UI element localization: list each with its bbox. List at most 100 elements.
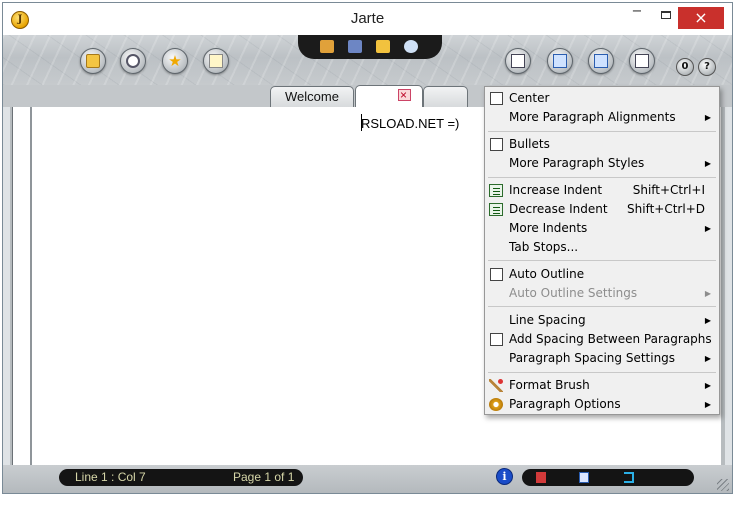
info-icon[interactable]: i (496, 468, 513, 485)
record-icon[interactable] (536, 472, 546, 483)
center-toolbar (298, 35, 442, 59)
increase-indent-icon (489, 184, 503, 197)
menu-item-label: More Paragraph Alignments (509, 110, 676, 124)
menu-item-add-spacing-between-paragraphs[interactable]: Add Spacing Between Paragraphs (485, 330, 719, 349)
submenu-arrow-icon: ▶ (704, 381, 711, 390)
title-bar[interactable]: J Jarte − × (3, 3, 732, 35)
bullets-checkbox[interactable] (490, 138, 503, 151)
menu-separator (488, 177, 716, 178)
search-icon[interactable] (404, 40, 418, 53)
document-text[interactable]: RSLOAD.NET =) (361, 116, 459, 131)
menu-item-label: Auto Outline Settings (509, 286, 638, 300)
zero-button[interactable]: 0 (676, 58, 694, 76)
menu-item-label: More Indents (509, 221, 588, 235)
menu-shortcut: Shift+Ctrl+D (627, 202, 705, 216)
resize-grip[interactable] (717, 479, 729, 491)
submenu-arrow-icon: ▶ (704, 159, 711, 168)
menu-item-label: Paragraph Spacing Settings (509, 351, 676, 365)
status-bar: Line 1 : Col 7 Page 1 of 1 i (3, 465, 732, 493)
menu-separator (488, 131, 716, 132)
print-preview-button[interactable] (547, 48, 573, 74)
auto-outline-checkbox[interactable] (490, 268, 503, 281)
clipboard-button[interactable] (629, 48, 655, 74)
help-button[interactable]: ? (698, 58, 716, 76)
chart-icon[interactable] (348, 40, 362, 53)
clipboard-icon (635, 54, 649, 68)
paragraph-context-menu: Center More Paragraph Alignments ▶ Bulle… (484, 86, 720, 415)
menu-item-auto-outline-settings: Auto Outline Settings ▶ (485, 284, 719, 303)
recent-clock-icon (126, 54, 140, 68)
maximize-icon (661, 11, 671, 19)
print-preview-icon (553, 54, 567, 68)
toolbar: ★ 0 ? (3, 35, 732, 85)
menu-item-center[interactable]: Center (485, 89, 719, 108)
menu-item-label: More Paragraph Styles (509, 156, 645, 170)
menu-item-more-indents[interactable]: More Indents ▶ (485, 219, 719, 238)
menu-item-label: Auto Outline (509, 267, 585, 281)
menu-item-paragraph-options[interactable]: Paragraph Options ▶ (485, 395, 719, 414)
app-window: J Jarte − × ★ 0 ? Welcome × RSLOAD.NET =… (2, 2, 733, 494)
status-position-pill: Line 1 : Col 7 Page 1 of 1 (59, 469, 303, 486)
menu-item-label: Tab Stops... (509, 240, 579, 254)
menu-item-line-spacing[interactable]: Line Spacing ▶ (485, 311, 719, 330)
status-tools-pill (522, 469, 694, 486)
cursor-position: Line 1 : Col 7 (75, 470, 146, 484)
close-button[interactable]: × (678, 7, 724, 29)
menu-item-more-paragraph-alignments[interactable]: More Paragraph Alignments ▶ (485, 108, 719, 127)
submenu-arrow-icon: ▶ (704, 316, 711, 325)
menu-item-increase-indent[interactable]: Increase Indent Shift+Ctrl+I (485, 181, 719, 200)
submenu-arrow-icon: ▶ (704, 113, 711, 122)
menu-item-paragraph-spacing-settings[interactable]: Paragraph Spacing Settings ▶ (485, 349, 719, 368)
tab-welcome[interactable]: Welcome (270, 86, 354, 107)
notes-button[interactable] (203, 48, 229, 74)
tab-active-document[interactable] (355, 85, 423, 107)
page-icon (594, 54, 608, 68)
close-tab-icon[interactable] (398, 86, 411, 105)
favorites-button[interactable]: ★ (162, 48, 188, 74)
left-margin-line (30, 107, 32, 465)
menu-separator (488, 260, 716, 261)
page-count[interactable]: Page 1 of 1 (233, 469, 294, 486)
favorites-star-icon: ★ (168, 52, 182, 70)
menu-shortcut: Shift+Ctrl+I (632, 183, 705, 197)
wrap-icon[interactable] (624, 472, 634, 483)
menu-item-label: Paragraph Options (509, 397, 621, 411)
menu-item-more-paragraph-styles[interactable]: More Paragraph Styles ▶ (485, 154, 719, 173)
insert-object-icon[interactable] (320, 40, 334, 53)
save-button[interactable] (505, 48, 531, 74)
doc-format-icon[interactable] (579, 472, 589, 483)
submenu-arrow-icon: ▶ (704, 400, 711, 409)
decrease-indent-icon (489, 203, 503, 216)
page-view-button[interactable] (588, 48, 614, 74)
gear-icon (489, 398, 503, 411)
notepad-icon (209, 54, 223, 68)
menu-item-bullets[interactable]: Bullets (485, 135, 719, 154)
menu-separator (488, 306, 716, 307)
menu-item-tab-stops[interactable]: Tab Stops... (485, 238, 719, 257)
minimize-button[interactable]: − (623, 3, 651, 25)
menu-item-label: Center (509, 91, 550, 105)
center-checkbox[interactable] (490, 92, 503, 105)
submenu-arrow-icon: ▶ (704, 354, 711, 363)
maximize-button[interactable] (653, 3, 679, 25)
open-file-button[interactable] (80, 48, 106, 74)
menu-item-label: Decrease Indent (509, 202, 608, 216)
save-doc-icon (511, 54, 525, 68)
recent-files-button[interactable] (120, 48, 146, 74)
tab-other[interactable] (423, 86, 468, 107)
menu-item-label: Line Spacing (509, 313, 586, 327)
format-brush-icon (489, 379, 503, 392)
menu-item-decrease-indent[interactable]: Decrease Indent Shift+Ctrl+D (485, 200, 719, 219)
menu-separator (488, 372, 716, 373)
menu-item-label: Format Brush (509, 378, 590, 392)
menu-item-format-brush[interactable]: Format Brush ▶ (485, 376, 719, 395)
folder-icon[interactable] (376, 40, 390, 53)
open-folder-icon (86, 54, 100, 68)
submenu-arrow-icon: ▶ (704, 224, 711, 233)
menu-item-label: Increase Indent (509, 183, 603, 197)
add-spacing-checkbox[interactable] (490, 333, 503, 346)
menu-item-label: Add Spacing Between Paragraphs (509, 332, 712, 346)
submenu-arrow-icon: ▶ (704, 289, 711, 298)
menu-item-label: Bullets (509, 137, 550, 151)
menu-item-auto-outline[interactable]: Auto Outline (485, 265, 719, 284)
